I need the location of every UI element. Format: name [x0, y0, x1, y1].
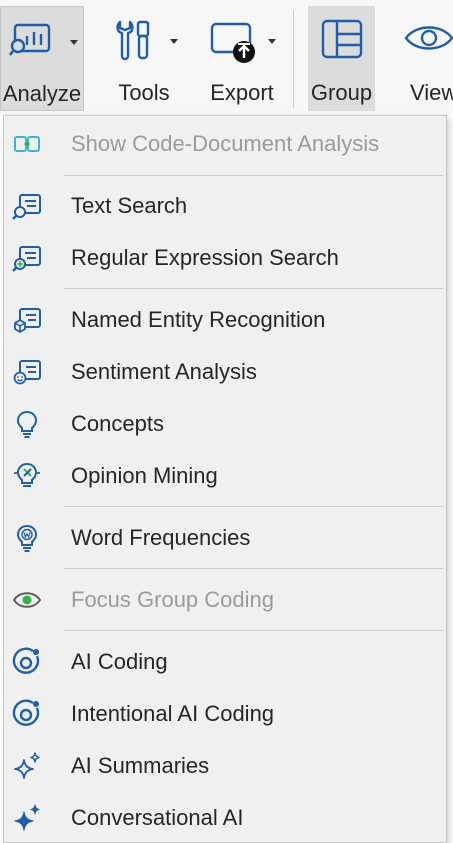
opinion-mining-icon: [14, 462, 40, 487]
export-label: Export: [210, 80, 274, 105]
menu-item-label: Focus Group Coding: [71, 587, 274, 612]
analyze-dropdown-menu: Show Code-Document Analysis Text Search …: [3, 115, 447, 843]
menu-item-text-search[interactable]: Text Search: [4, 181, 446, 231]
named-entity-icon: [14, 308, 41, 334]
menu-item-regular-expression-search[interactable]: Regular Expression Search: [4, 233, 446, 283]
sparkle-icon: [14, 804, 40, 831]
menu-separator: [64, 506, 443, 507]
group-icon: [321, 19, 363, 59]
view-label: View: [410, 80, 453, 105]
tools-button[interactable]: Tools: [102, 6, 186, 111]
sparkle-icon: [14, 752, 40, 779]
eye-icon: [404, 26, 453, 50]
menu-item-label: Concepts: [71, 411, 164, 436]
ribbon-toolbar: Analyze Tools Export Group View: [0, 0, 453, 115]
tools-icon: [116, 20, 150, 61]
export-icon: [210, 22, 255, 63]
menu-item-label: Word Frequencies: [71, 525, 251, 550]
chevron-down-icon: [170, 39, 178, 44]
menu-item-label: Opinion Mining: [71, 463, 218, 488]
code-document-analysis-icon: [14, 136, 40, 152]
intentional-ai-coding-icon: [12, 699, 40, 726]
menu-item-sentiment-analysis[interactable]: Sentiment Analysis: [4, 347, 446, 397]
export-button[interactable]: Export: [200, 6, 284, 111]
menu-item-named-entity-recognition[interactable]: Named Entity Recognition: [4, 295, 446, 345]
ai-coding-icon: [12, 647, 40, 674]
chevron-down-icon: [268, 39, 276, 44]
menu-item-label: AI Summaries: [71, 753, 210, 778]
tools-label: Tools: [118, 80, 170, 105]
menu-item-label: Regular Expression Search: [71, 245, 339, 270]
menu-item-intentional-ai-coding[interactable]: Intentional AI Coding: [4, 689, 446, 739]
analyze-button[interactable]: Analyze: [0, 6, 84, 111]
menu-separator: [64, 568, 443, 569]
menu-item-word-frequencies[interactable]: Word Frequencies: [4, 513, 446, 563]
ribbon-divider: [293, 10, 294, 108]
text-search-icon: [12, 194, 41, 220]
menu-item-ai-coding[interactable]: AI Coding: [4, 637, 446, 687]
menu-item-label: Named Entity Recognition: [71, 307, 326, 332]
menu-item-focus-group-coding: Focus Group Coding: [4, 575, 446, 625]
group-label: Group: [310, 80, 373, 105]
menu-item-label: Show Code-Document Analysis: [71, 131, 380, 156]
analyze-label: Analyze: [2, 81, 82, 106]
menu-separator: [64, 630, 443, 631]
menu-item-conversational-ai[interactable]: Conversational AI: [4, 793, 446, 843]
menu-item-label: AI Coding: [71, 649, 168, 674]
menu-item-opinion-mining[interactable]: Opinion Mining: [4, 451, 446, 501]
lightbulb-icon: [16, 410, 38, 438]
menu-separator: [64, 288, 443, 289]
menu-item-label: Sentiment Analysis: [71, 359, 257, 384]
menu-separator: [64, 175, 443, 176]
chevron-down-icon: [70, 40, 78, 45]
analyze-icon: [9, 23, 51, 56]
menu-item-ai-summaries[interactable]: AI Summaries: [4, 741, 446, 791]
group-button[interactable]: Group: [308, 6, 375, 111]
regex-search-icon: [12, 246, 41, 272]
eye-icon: [12, 592, 42, 608]
menu-item-label: Intentional AI Coding: [71, 701, 275, 726]
sentiment-icon: [13, 360, 41, 385]
word-frequencies-icon: [16, 524, 38, 552]
view-button[interactable]: View: [398, 6, 453, 111]
menu-item-show-code-document-analysis: Show Code-Document Analysis: [4, 119, 446, 169]
menu-item-concepts[interactable]: Concepts: [4, 399, 446, 449]
menu-item-label: Text Search: [71, 193, 188, 218]
menu-item-label: Conversational AI: [71, 805, 244, 830]
